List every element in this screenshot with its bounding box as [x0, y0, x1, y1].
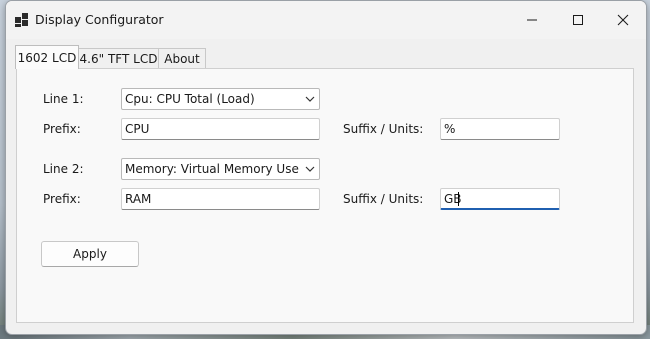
chevron-down-icon: [305, 166, 315, 172]
line2-prefix-input[interactable]: RAM: [121, 188, 320, 210]
window-title: Display Configurator: [35, 12, 164, 27]
line1-prefix-value: CPU: [125, 122, 150, 136]
tab-1602-lcd[interactable]: 1602 LCD: [15, 45, 79, 69]
line2-sensor-select[interactable]: Memory: Virtual Memory Used (D: [121, 158, 320, 180]
tab-panel-1602-lcd: Line 1: Cpu: CPU Total (Load) Prefix: CP…: [16, 68, 634, 323]
line1-sensor-select[interactable]: Cpu: CPU Total (Load): [121, 88, 320, 110]
line2-prefix-value: RAM: [125, 192, 152, 206]
line1-suffix-value: %: [444, 122, 456, 136]
close-button[interactable]: [600, 1, 646, 39]
tab-tft-lcd[interactable]: 4.6" TFT LCD: [78, 48, 159, 68]
line2-suffix-input[interactable]: GB: [440, 188, 560, 210]
line1-selected-value: Cpu: CPU Total (Load): [125, 92, 255, 106]
apply-button[interactable]: Apply: [41, 241, 139, 267]
chevron-down-icon: [305, 96, 315, 102]
windows-grid-icon: [15, 13, 29, 27]
tab-about[interactable]: About: [158, 48, 206, 68]
title-bar[interactable]: Display Configurator: [6, 1, 646, 39]
line1-suffix-input[interactable]: %: [440, 118, 560, 140]
minimize-icon: [527, 19, 537, 21]
line1-label: Line 1:: [43, 92, 84, 106]
minimize-button[interactable]: [509, 1, 555, 39]
line2-suffix-label: Suffix / Units:: [343, 192, 424, 206]
line2-prefix-label: Prefix:: [43, 192, 81, 206]
maximize-button[interactable]: [555, 1, 601, 39]
text-caret: [458, 192, 459, 206]
line2-label: Line 2:: [43, 162, 84, 176]
close-icon: [617, 14, 629, 26]
app-window: Display Configurator 1602 LCD 4.6" TFT L…: [5, 0, 647, 335]
line2-selected-value: Memory: Virtual Memory Used (D: [125, 162, 299, 176]
line1-suffix-label: Suffix / Units:: [343, 122, 424, 136]
line1-prefix-input[interactable]: CPU: [121, 118, 320, 140]
line1-prefix-label: Prefix:: [43, 122, 81, 136]
maximize-icon: [573, 15, 583, 25]
